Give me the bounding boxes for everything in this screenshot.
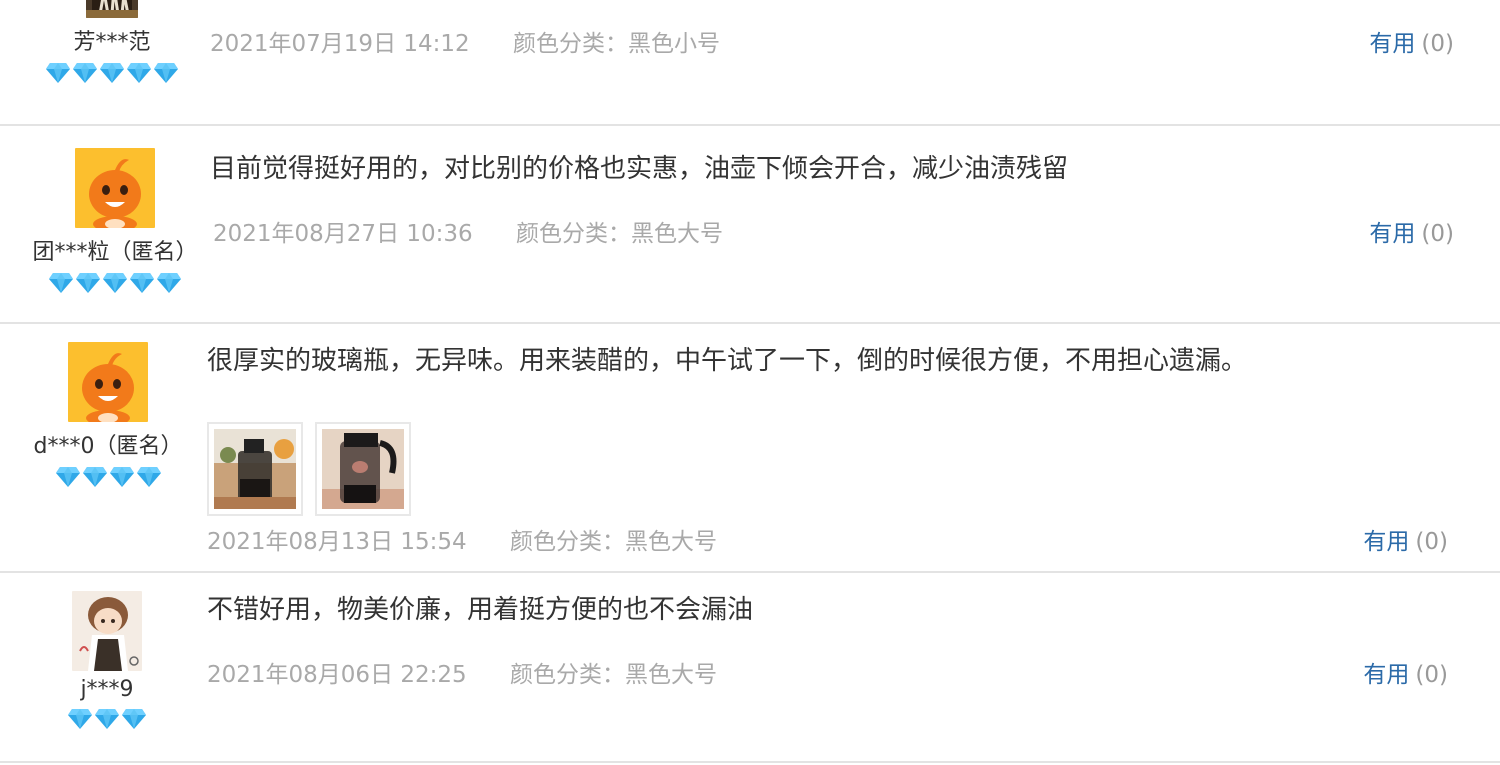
reviewer-rank [25,272,205,294]
diamond-icon [121,708,147,730]
review-photo-thumbnail[interactable] [207,422,303,516]
review-photo-thumbnail[interactable] [315,422,411,516]
review-item: 芳***范 2021年07月19日 14:12 颜色分类：黑色小号 有用 (0) [0,0,1500,126]
diamond-icon [82,466,108,488]
diamond-icon [99,62,125,84]
reviewer-info: d***0（匿名） [18,342,198,488]
diamond-icon [126,62,152,84]
review-text: 很厚实的玻璃瓶，无异味。用来装醋的，中午试了一下，倒的时候很方便，不用担心遗漏。 [207,346,1248,376]
useful-count: (0) [1415,529,1448,555]
avatar[interactable] [68,342,148,422]
reviewer-info: j***9 [17,591,197,730]
review-content: 不错好用，物美价廉，用着挺方便的也不会漏油 [207,593,1460,627]
review-sku: 颜色分类：黑色大号 [509,529,717,555]
useful-button[interactable]: 有用 (0) [1369,24,1454,58]
avatar[interactable] [86,0,138,18]
review-list: 芳***范 2021年07月19日 14:12 颜色分类：黑色小号 有用 (0) … [0,0,1500,765]
reviewer-rank [18,466,198,488]
reviewer-name[interactable]: j***9 [17,677,197,702]
diamond-icon [109,466,135,488]
useful-button[interactable]: 有用 (0) [1363,655,1448,689]
review-sku: 颜色分类：黑色大号 [509,662,717,688]
diamond-icon [129,272,155,294]
review-meta: 2021年08月06日 22:25 颜色分类：黑色大号 [207,655,717,689]
review-date: 2021年08月13日 15:54 [207,529,467,555]
avatar[interactable] [72,591,142,671]
review-date: 2021年08月27日 10:36 [213,221,473,247]
diamond-icon [48,272,74,294]
review-content: 很厚实的玻璃瓶，无异味。用来装醋的，中午试了一下，倒的时候很方便，不用担心遗漏。 [207,344,1460,516]
diamond-icon [75,272,101,294]
reviewer-name[interactable]: 团***粒（匿名） [25,234,205,266]
diamond-icon [45,62,71,84]
diamond-icon [136,466,162,488]
diamond-icon [67,708,93,730]
reviewer-info: 团***粒（匿名） [25,148,205,294]
review-photos [207,422,411,516]
useful-label[interactable]: 有用 [1363,529,1409,555]
review-item: 团***粒（匿名） 目前觉得挺好用的，对比别的价格也实惠，油壶下倾会开合，减少油… [0,126,1500,324]
diamond-icon [94,708,120,730]
review-sku: 颜色分类：黑色小号 [512,31,720,57]
review-date: 2021年07月19日 14:12 [210,31,470,57]
review-text: 不错好用，物美价廉，用着挺方便的也不会漏油 [207,595,754,625]
useful-label[interactable]: 有用 [1363,662,1409,688]
useful-count: (0) [1421,221,1454,247]
review-text: 目前觉得挺好用的，对比别的价格也实惠，油壶下倾会开合，减少油渍残留 [210,154,1069,184]
useful-count: (0) [1415,662,1448,688]
useful-label[interactable]: 有用 [1369,31,1415,57]
reviewer-info: 芳***范 [22,0,202,84]
useful-label[interactable]: 有用 [1369,221,1415,247]
useful-button[interactable]: 有用 (0) [1363,522,1448,556]
review-content: 目前觉得挺好用的，对比别的价格也实惠，油壶下倾会开合，减少油渍残留 [210,152,1460,186]
review-meta: 2021年08月27日 10:36 颜色分类：黑色大号 [213,214,723,248]
diamond-icon [156,272,182,294]
review-meta: 2021年07月19日 14:12 颜色分类：黑色小号 [210,24,720,58]
diamond-icon [72,62,98,84]
review-item: d***0（匿名） 很厚实的玻璃瓶，无异味。用来装醋的，中午试了一下，倒的时候很… [0,324,1500,573]
useful-button[interactable]: 有用 (0) [1369,214,1454,248]
review-meta: 2021年08月13日 15:54 颜色分类：黑色大号 [207,522,717,556]
review-date: 2021年08月06日 22:25 [207,662,467,688]
useful-count: (0) [1421,31,1454,57]
reviewer-rank [22,62,202,84]
reviewer-name[interactable]: 芳***范 [22,24,202,56]
diamond-icon [153,62,179,84]
diamond-icon [102,272,128,294]
review-item: j***9 不错好用，物美价廉，用着挺方便的也不会漏油 2021年08月06日 … [0,573,1500,763]
avatar[interactable] [75,148,155,228]
reviewer-rank [17,708,197,730]
review-sku: 颜色分类：黑色大号 [515,221,723,247]
diamond-icon [55,466,81,488]
reviewer-name[interactable]: d***0（匿名） [18,428,198,460]
